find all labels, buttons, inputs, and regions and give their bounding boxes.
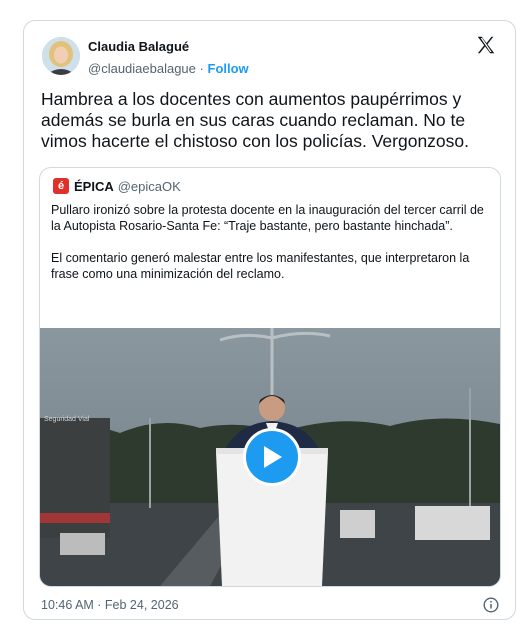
author-info: Claudia Balagué @claudiaebalague · Follo… [88, 39, 249, 77]
tweet-text: Hambrea a los docentes con aumentos paup… [41, 89, 469, 151]
video-watermark: Seguridad Vial [44, 416, 90, 423]
quoted-paragraph-2: El comentario generó malestar entre los … [51, 251, 470, 281]
play-icon [264, 446, 282, 468]
quoted-paragraph-1: Pullaro ironizó sobre la protesta docent… [51, 203, 484, 233]
play-button[interactable] [243, 428, 301, 486]
author-handle[interactable]: @claudiaebalague [88, 61, 196, 76]
author-avatar[interactable] [42, 37, 80, 75]
info-icon[interactable] [483, 597, 499, 613]
separator-dot: · [199, 61, 204, 76]
follow-button[interactable]: Follow [208, 61, 249, 76]
tweet-card: Claudia Balagué @claudiaebalague · Follo… [23, 20, 516, 620]
author-name[interactable]: Claudia Balagué [88, 39, 249, 55]
quoted-tweet[interactable]: é ÉPICA @epicaOK Pullaro ironizó sobre l… [39, 167, 501, 587]
x-logo-icon[interactable] [475, 34, 497, 56]
quoted-author-name[interactable]: ÉPICA [74, 179, 114, 194]
tweet-timestamp[interactable]: 10:46 AM · Feb 24, 2026 [41, 598, 179, 612]
video-thumbnail[interactable]: Seguridad Vial [40, 328, 500, 586]
author-handle-line: @claudiaebalague · Follow [88, 61, 249, 77]
quoted-author-handle[interactable]: @epicaOK [118, 179, 181, 194]
quoted-tweet-text: Pullaro ironizó sobre la protesta docent… [51, 202, 491, 298]
quoted-tweet-header: é ÉPICA @epicaOK [53, 178, 181, 194]
quoted-avatar[interactable]: é [53, 178, 69, 194]
